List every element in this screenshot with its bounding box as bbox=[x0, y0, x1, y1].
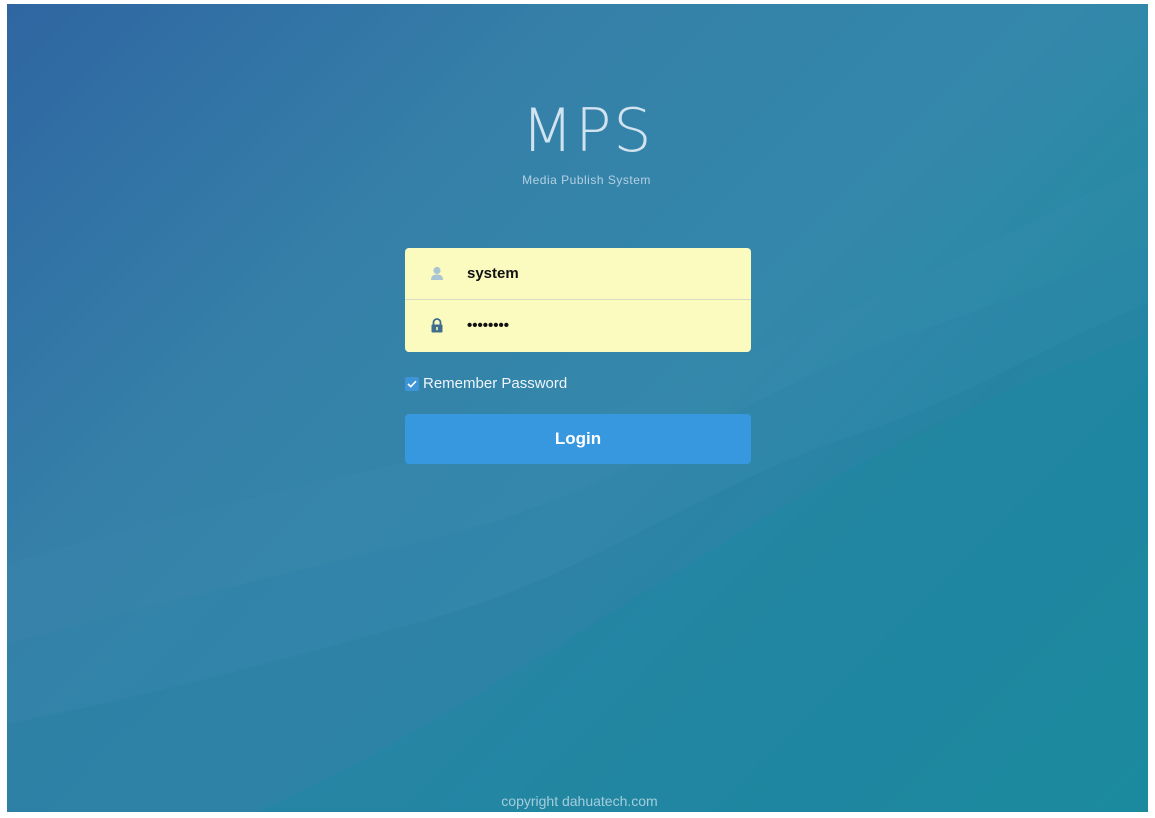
lock-icon bbox=[429, 318, 445, 334]
login-screen: MPS Media Publish System system •••••••• bbox=[7, 4, 1148, 812]
remember-password[interactable]: Remember Password bbox=[405, 375, 567, 392]
login-form: system •••••••• bbox=[405, 248, 751, 352]
username-input[interactable]: system bbox=[467, 265, 519, 282]
login-button[interactable]: Login bbox=[405, 414, 751, 464]
password-input[interactable]: •••••••• bbox=[467, 317, 509, 334]
remember-checkbox[interactable] bbox=[405, 376, 419, 391]
copyright-footer: copyright dahuatech.com bbox=[501, 793, 658, 809]
check-icon bbox=[407, 380, 417, 388]
app-logo-title: MPS bbox=[521, 96, 654, 166]
password-row[interactable]: •••••••• bbox=[405, 300, 751, 351]
app-logo-subtitle: Media Publish System bbox=[522, 173, 651, 187]
username-row[interactable]: system bbox=[405, 248, 751, 300]
user-icon bbox=[429, 266, 445, 282]
remember-label: Remember Password bbox=[423, 375, 568, 392]
